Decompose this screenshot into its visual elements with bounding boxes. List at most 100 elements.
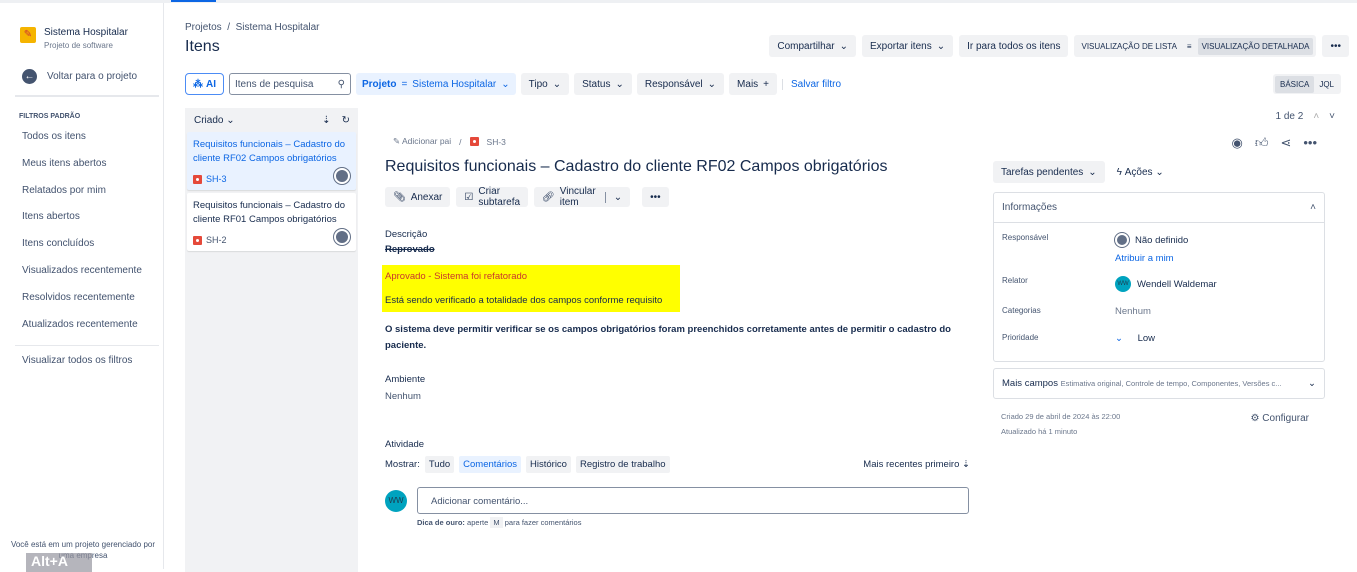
project-filter-op: =	[401, 78, 408, 90]
info-panel-header[interactable]: Informações ˄	[994, 193, 1324, 223]
sidebar: ✎ Sistema Hospitalar Projeto de software…	[0, 3, 164, 572]
list-icon: ≡	[1186, 41, 1192, 51]
comment-input[interactable]: Adicionar comentário...	[417, 487, 969, 514]
tab-comments[interactable]: Comentários	[459, 456, 522, 473]
jql-button[interactable]: JQL	[1314, 76, 1339, 93]
assignee-label: Responsável	[1002, 233, 1049, 242]
add-parent[interactable]: ✎ Adicionar pai	[393, 136, 451, 147]
share-button[interactable]: Compartilhar ⌄	[769, 35, 856, 57]
share-icon[interactable]: ⋖	[1280, 135, 1291, 151]
categories-value[interactable]: Nenhum	[1115, 306, 1151, 317]
pending-tasks-button[interactable]: Tarefas pendentes ⌄	[993, 161, 1105, 183]
sidebar-item[interactable]: Todos os itens	[22, 131, 142, 158]
more-button[interactable]: •••	[1322, 35, 1349, 57]
status-label: Status	[582, 78, 611, 90]
list-item[interactable]: Requisitos funcionais – Cadastro do clie…	[187, 193, 356, 251]
tab-history[interactable]: Histórico	[526, 456, 571, 473]
all-items-button[interactable]: Ir para todos os itens	[959, 35, 1069, 57]
chevron-down-icon: ⌄	[501, 78, 510, 90]
reporter-value[interactable]: WW Wendell Waldemar	[1115, 276, 1217, 292]
project-filter[interactable]: Projeto = Sistema Hospitalar ⌄	[356, 73, 516, 95]
more-icon[interactable]: •••	[1303, 135, 1317, 151]
view-all-filters[interactable]: Visualizar todos os filtros	[22, 355, 132, 366]
watch-icon[interactable]: ◉	[1232, 135, 1243, 151]
bolt-icon: ϟ	[1116, 166, 1122, 178]
refresh-icon[interactable]: ↻	[342, 115, 350, 126]
priority-low-icon: ⌄	[1115, 333, 1123, 344]
save-filter-link[interactable]: Salvar filtro	[782, 78, 841, 90]
environment-value[interactable]: Nenhum	[385, 391, 965, 402]
description[interactable]: Descrição Reprovado Aprovado - Sistema f…	[382, 229, 965, 402]
section-heading: FILTROS PADRÃO	[19, 113, 81, 120]
sort-recent-button[interactable]: Mais recentes primeiro ⇣	[863, 459, 970, 470]
actions-button[interactable]: ϟ Ações ⌄	[1117, 167, 1164, 178]
arrow-left-icon: ←	[22, 69, 37, 84]
export-button[interactable]: Exportar itens ⌄	[862, 35, 954, 57]
more-fields[interactable]: Mais campos Estimativa original, Control…	[993, 368, 1325, 399]
search-mode-toggle: BÁSICA JQL	[1272, 74, 1341, 94]
project-logo-icon: ✎	[20, 27, 36, 43]
description-label: Descrição	[385, 229, 428, 240]
list-item[interactable]: Requisitos funcionais – Cadastro do clie…	[187, 132, 356, 190]
issue-key[interactable]: SH-3	[487, 137, 506, 147]
project-filter-value: Sistema Hospitalar	[412, 78, 497, 90]
sidebar-item[interactable]: Relatados por mim	[22, 185, 142, 212]
attach-button[interactable]: 📎︎ Anexar	[385, 187, 451, 207]
sidebar-item[interactable]: Itens concluídos	[22, 238, 142, 265]
chevron-down-icon[interactable]: ˅	[1329, 111, 1335, 122]
configure-button[interactable]: ⚙ Configurar	[1251, 411, 1309, 426]
sort-order-icon[interactable]: ⇣	[322, 115, 330, 126]
show-label: Mostrar:	[385, 459, 420, 470]
item-key: SH-3	[206, 174, 227, 184]
rejected-text: Reprovado	[385, 244, 435, 255]
tab-worklog[interactable]: Registro de trabalho	[575, 456, 670, 473]
like-icon[interactable]: 👍︎	[1255, 135, 1269, 151]
back-to-project[interactable]: ← Voltar para o projeto	[22, 69, 137, 84]
more-actions-button[interactable]: •••	[642, 187, 669, 207]
create-subtask-button[interactable]: ☑ Criar subtarefa	[456, 186, 529, 208]
verifying-text: Está sendo verificado a totalidade dos c…	[385, 295, 663, 306]
pager-text: 1 de 2	[1275, 111, 1304, 122]
status-filter[interactable]: Status ⌄	[574, 73, 632, 95]
priority-value[interactable]: ⌄ Low	[1115, 333, 1155, 344]
search-input[interactable]: Itens de pesquisa ⚲	[229, 73, 351, 95]
detail-view-button[interactable]: VISUALIZAÇÃO DETALHADA	[1197, 37, 1314, 55]
project-filter-label: Projeto	[362, 78, 397, 90]
chevron-up-icon: ˄	[1310, 202, 1316, 213]
issue-list: Criado ⌄ ⇣ ↻ Requisitos funcionais – Cada…	[185, 108, 358, 572]
tab-all[interactable]: Tudo	[424, 456, 455, 473]
sidebar-item[interactable]: Atualizados recentemente	[22, 319, 142, 346]
sidebar-item[interactable]: Meus itens abertos	[22, 158, 142, 185]
sidebar-item[interactable]: Resolvidos recentemente	[22, 292, 142, 319]
highlighted-block: Aprovado - Sistema foi refatorado Está s…	[382, 265, 680, 312]
sort-dropdown[interactable]: Criado ⌄	[194, 115, 235, 132]
ai-button[interactable]: ⁂ AI	[185, 73, 224, 95]
categories-label: Categorias	[1002, 306, 1041, 315]
breadcrumb-project[interactable]: Sistema Hospitalar	[236, 22, 320, 33]
bug-icon	[193, 174, 202, 184]
type-label: Tipo	[528, 78, 548, 90]
type-filter[interactable]: Tipo ⌄	[520, 73, 570, 95]
gear-icon: ⚙	[1250, 413, 1260, 424]
item-title: Requisitos funcionais – Cadastro do clie…	[193, 139, 346, 164]
assign-to-me-link[interactable]: Atribuir a mim	[1115, 253, 1188, 264]
activity-label: Atividade	[385, 439, 425, 450]
link-item-button[interactable]: 🔗︎ Vincular item ⌄	[534, 186, 631, 208]
chevron-down-icon[interactable]: ⌄	[604, 191, 622, 203]
list-view-button[interactable]: VISUALIZAÇÃO DE LISTA	[1077, 38, 1180, 55]
basic-button[interactable]: BÁSICA	[1274, 75, 1315, 93]
environment-label: Ambiente	[385, 374, 426, 385]
divider	[15, 95, 159, 97]
chevron-up-icon[interactable]: ˄	[1313, 111, 1319, 122]
project-header[interactable]: ✎ Sistema Hospitalar Projeto de software	[20, 27, 128, 50]
issue-title[interactable]: Requisitos funcionais – Cadastro do clie…	[385, 158, 887, 176]
assignee-filter[interactable]: Responsável ⌄	[636, 73, 725, 95]
more-filters[interactable]: Mais +	[729, 73, 778, 95]
assignee-value[interactable]: Não definido	[1115, 233, 1188, 247]
approved-text: Aprovado - Sistema foi refatorado	[385, 271, 528, 282]
chevron-down-icon: ⌄	[936, 40, 946, 52]
pro-tip: Dica de ouro: aperte M para fazer coment…	[417, 517, 582, 528]
breadcrumb-projects[interactable]: Projetos	[185, 22, 222, 33]
sidebar-item[interactable]: Visualizados recentemente	[22, 265, 142, 292]
sidebar-item[interactable]: Itens abertos	[22, 211, 142, 238]
